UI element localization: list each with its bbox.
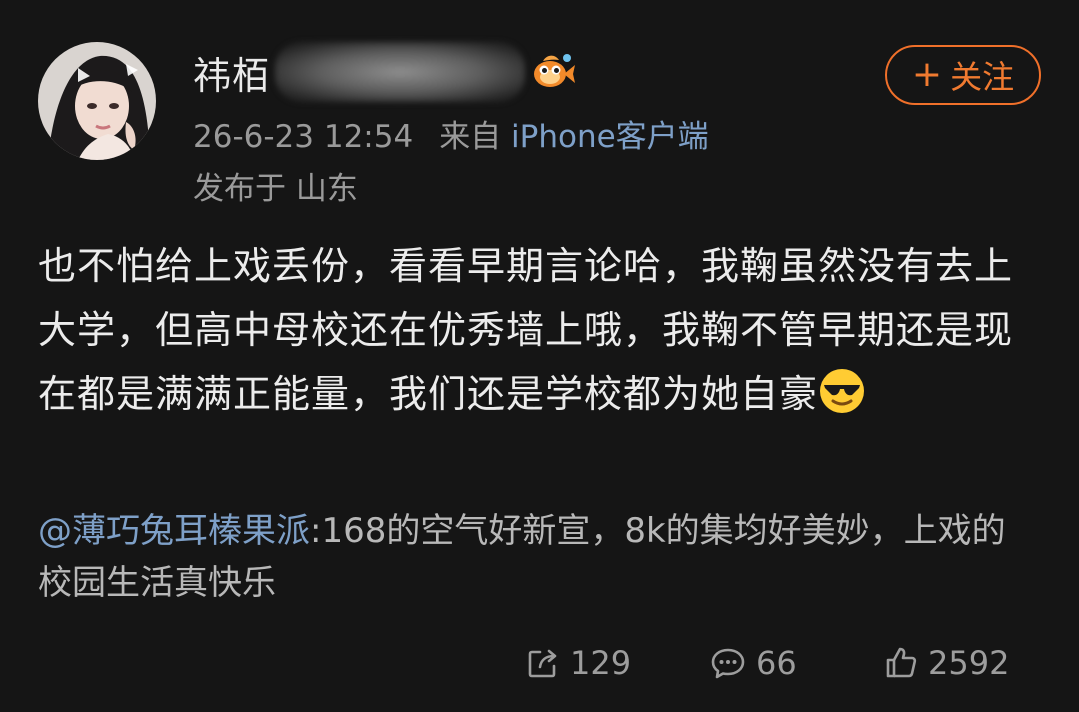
avatar[interactable] (38, 42, 156, 160)
repost-count: 129 (570, 644, 632, 682)
comment-count: 66 (756, 644, 797, 682)
post-location: 发布于 山东 (193, 171, 358, 207)
thumbs-up-icon (886, 647, 917, 678)
name-redaction-blur (275, 42, 526, 102)
avatar-portrait-icon (38, 42, 156, 160)
source-link[interactable]: iPhone客户端 (511, 119, 709, 155)
follow-button[interactable]: + 关注 (885, 45, 1041, 105)
post-text: 也不怕给上戏丢份，看看早期言论哈，我鞠虽然没有去上大学，但高中母校还在优秀墙上哦… (38, 234, 1038, 426)
user-name-row: 祎栢 (193, 42, 577, 102)
plus-icon: + (911, 54, 943, 95)
like-count: 2592 (928, 644, 1010, 682)
post-text-content: 也不怕给上戏丢份，看看早期言论哈，我鞠虽然没有去上大学，但高中母校还在优秀墙上哦… (38, 244, 1014, 416)
comment-button[interactable]: 66 (710, 640, 797, 686)
post-meta: 26-6-23 12:54 来自 iPhone客户端 (193, 111, 709, 156)
sunglasses-emoji-icon (820, 369, 865, 413)
repost-icon (528, 649, 557, 678)
comment-icon (711, 648, 745, 679)
mention-link[interactable]: @薄巧兔耳榛果派 (38, 511, 310, 551)
post-time: 26-6-23 12:54 (193, 119, 414, 155)
repost-button[interactable]: 129 (526, 640, 631, 686)
original-post[interactable]: @薄巧兔耳榛果派:168的空气好新宣，8k的集均好美妙，上戏的校园生活真快乐 (38, 505, 1038, 609)
like-button[interactable]: 2592 (884, 640, 1009, 686)
source-prefix: 来自 (439, 119, 502, 155)
fish-badge-icon[interactable] (529, 48, 577, 96)
follow-label: 关注 (950, 58, 1015, 96)
user-name[interactable]: 祎栢 (193, 45, 271, 100)
